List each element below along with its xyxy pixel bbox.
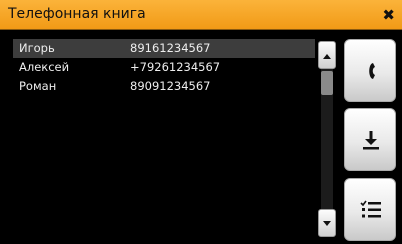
phone-handset-icon: [369, 63, 375, 79]
contact-name: Алексей: [19, 60, 70, 74]
contact-list: Игорь 89161234567 Алексей +79261234567 Р…: [13, 39, 315, 237]
contact-phone: +79261234567: [130, 60, 221, 74]
close-icon[interactable]: ✖: [382, 6, 395, 24]
checklist-icon: [360, 200, 381, 218]
arrow-up-icon: [323, 54, 331, 59]
scrollbar-thumb[interactable]: [321, 71, 333, 95]
call-button[interactable]: [344, 39, 396, 102]
phonebook-window: Телефонная книга ✖ Игорь 89161234567 Але…: [0, 0, 402, 244]
window-title: Телефонная книга: [8, 6, 146, 22]
title-bar: Телефонная книга ✖: [0, 0, 402, 30]
contact-row[interactable]: Роман 89091234567: [13, 77, 315, 96]
save-button[interactable]: [344, 108, 396, 171]
download-icon: [363, 131, 379, 150]
scroll-down-button[interactable]: [318, 209, 336, 237]
arrow-down-icon: [323, 221, 331, 226]
checklist-button[interactable]: [344, 178, 396, 241]
contact-phone: 89091234567: [130, 79, 211, 93]
contact-row[interactable]: Игорь 89161234567: [13, 39, 315, 58]
scroll-up-button[interactable]: [318, 41, 336, 69]
contact-name: Игорь: [19, 41, 55, 55]
contact-phone: 89161234567: [130, 41, 211, 55]
contact-row[interactable]: Алексей +79261234567: [13, 58, 315, 77]
contact-name: Роман: [19, 79, 57, 93]
